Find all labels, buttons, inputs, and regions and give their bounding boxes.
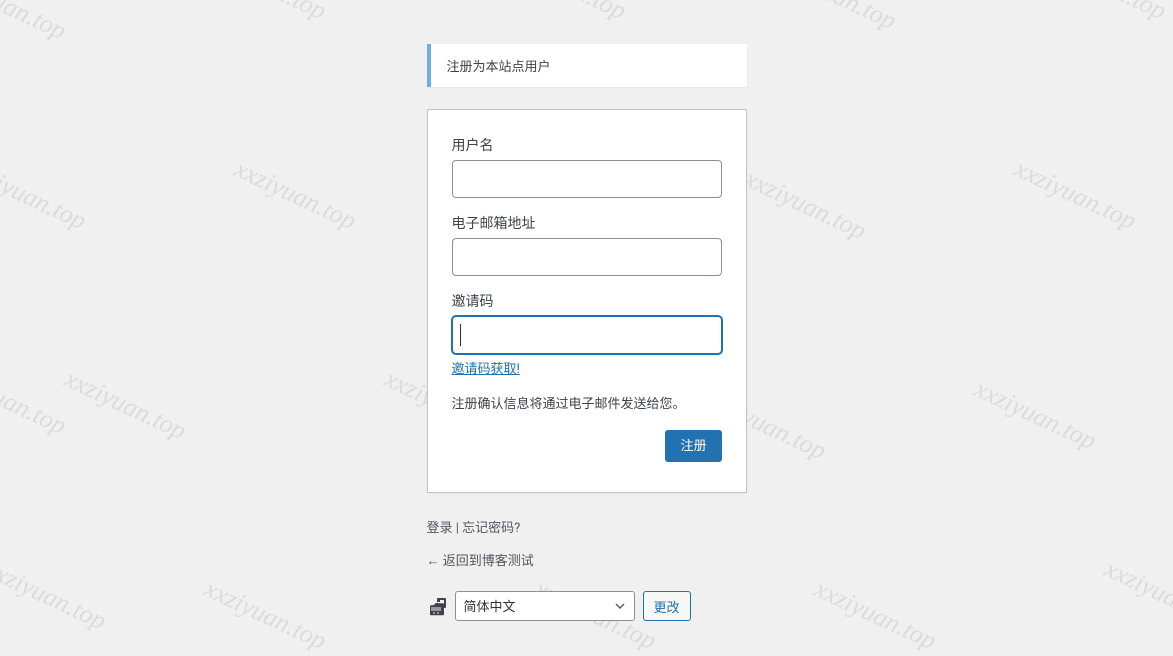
nav-separator: | — [453, 521, 463, 536]
register-button[interactable]: 注册 — [665, 430, 721, 462]
forgot-password-link[interactable]: 忘记密码? — [462, 521, 520, 536]
language-select[interactable]: 简体中文 — [455, 591, 635, 621]
register-message: 注册为本站点用户 — [427, 44, 747, 87]
invite-code-link[interactable]: 邀请码获取! — [452, 358, 520, 377]
confirm-text: 注册确认信息将通过电子邮件发送给您。 — [452, 393, 722, 412]
username-label: 用户名 — [452, 136, 722, 157]
back-to-blog-link[interactable]: ← 返回到博客测试 — [427, 554, 534, 569]
invite-label: 邀请码 — [452, 292, 722, 313]
nav-links: 登录 | 忘记密码? — [427, 517, 747, 536]
message-text: 注册为本站点用户 — [447, 60, 551, 75]
register-form: 用户名 电子邮箱地址 邀请码 邀请码获取! 注册确认信息将通过电子邮件发送给您。… — [427, 109, 747, 493]
language-switcher: 简体中文 更改 — [427, 591, 747, 621]
login-link[interactable]: 登录 — [427, 521, 453, 536]
email-label: 电子邮箱地址 — [452, 214, 722, 235]
username-input[interactable] — [452, 160, 722, 198]
translate-icon — [427, 596, 447, 616]
invite-input[interactable] — [452, 316, 722, 354]
text-cursor — [460, 324, 461, 346]
language-change-button[interactable]: 更改 — [643, 591, 691, 621]
email-input[interactable] — [452, 238, 722, 276]
